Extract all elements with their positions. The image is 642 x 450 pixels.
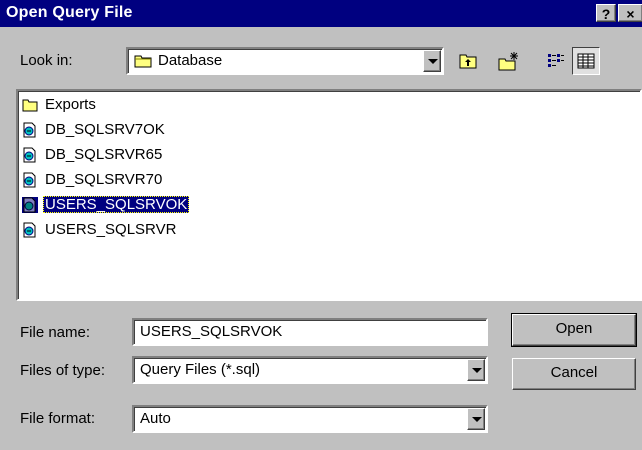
file-format-label: File format: xyxy=(20,410,96,427)
look-in-dropdown-button[interactable] xyxy=(423,50,441,72)
up-one-level-icon xyxy=(459,53,477,73)
folder-icon xyxy=(22,97,38,113)
chevron-down-icon xyxy=(472,417,482,422)
list-item-label: DB_SQLSRVR65 xyxy=(45,146,163,163)
file-name-value: USERS_SQLSRVOK xyxy=(140,323,283,340)
query-file-icon xyxy=(22,122,38,138)
new-folder-button[interactable] xyxy=(494,47,522,75)
cancel-button[interactable]: Cancel xyxy=(512,358,636,390)
query-file-icon xyxy=(22,222,38,238)
up-one-level-button[interactable] xyxy=(454,47,482,75)
list-item-label: USERS_SQLSRVOK xyxy=(43,196,190,213)
file-name-field[interactable]: USERS_SQLSRVOK xyxy=(132,318,488,346)
files-of-type-value: Query Files (*.sql) xyxy=(140,361,261,378)
file-name-label: File name: xyxy=(20,324,91,341)
new-folder-icon xyxy=(498,51,520,75)
open-button[interactable]: Open xyxy=(511,313,637,347)
title-bar[interactable]: Open Query File ? × xyxy=(0,0,642,27)
file-format-combo[interactable]: Auto xyxy=(132,405,488,433)
window-title: Open Query File xyxy=(6,4,133,21)
close-button[interactable]: × xyxy=(618,4,642,22)
list-item-label: DB_SQLSRV7OK xyxy=(45,121,165,138)
file-format-value: Auto xyxy=(140,410,171,427)
look-in-label: Look in: xyxy=(20,52,73,69)
chevron-down-icon xyxy=(428,59,438,64)
list-view-icon xyxy=(547,53,565,73)
query-file-icon xyxy=(22,172,38,188)
details-view-icon xyxy=(577,53,595,73)
list-view-button[interactable] xyxy=(542,47,570,75)
files-of-type-dropdown-button[interactable] xyxy=(467,359,485,381)
query-file-icon xyxy=(22,147,38,163)
look-in-combo[interactable]: Database xyxy=(126,47,444,75)
file-list[interactable]: Exports DB_SQLSRV7OK DB_SQLSRVR65 DB_SQL… xyxy=(16,89,642,301)
details-view-button[interactable] xyxy=(572,47,600,75)
help-button[interactable]: ? xyxy=(596,4,616,22)
file-format-dropdown-button[interactable] xyxy=(467,408,485,430)
files-of-type-combo[interactable]: Query Files (*.sql) xyxy=(132,356,488,384)
files-of-type-label: Files of type: xyxy=(20,362,106,379)
folder-icon xyxy=(134,54,152,68)
query-file-icon xyxy=(22,197,38,213)
look-in-value: Database xyxy=(158,52,223,69)
list-item-label: DB_SQLSRVR70 xyxy=(45,171,163,188)
chevron-down-icon xyxy=(472,368,482,373)
list-item-label: Exports xyxy=(45,96,96,113)
list-item-label: USERS_SQLSRVR xyxy=(45,221,177,238)
